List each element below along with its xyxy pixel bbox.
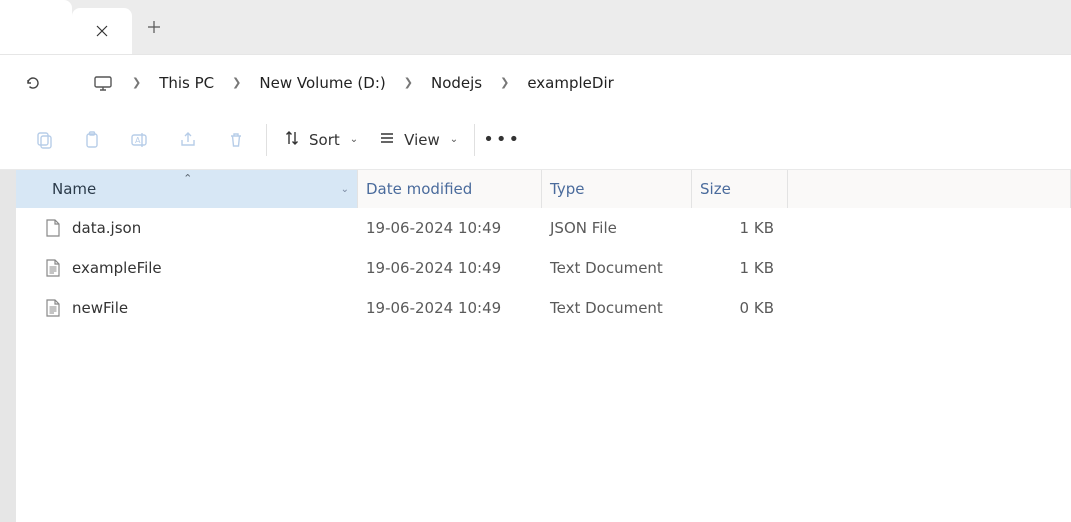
cell-name: newFile <box>16 298 358 318</box>
sort-button[interactable]: Sort ⌄ <box>273 120 368 160</box>
chevron-down-icon: ⌄ <box>350 134 358 145</box>
header-rest <box>788 170 1071 208</box>
table-row[interactable]: newFile 19-06-2024 10:49Text Document0 KB <box>16 288 1071 328</box>
copy-icon[interactable] <box>20 120 68 160</box>
toolbar: A Sort ⌄ View ⌄ ••• <box>0 110 1071 170</box>
cell-size: 1 KB <box>692 219 788 237</box>
tabs-empty <box>176 0 1071 54</box>
view-label: View <box>404 131 440 149</box>
chevron-down-icon: ⌄ <box>450 134 458 145</box>
view-button[interactable]: View ⌄ <box>368 120 468 160</box>
tab-spacer <box>0 0 72 54</box>
chevron-down-icon[interactable]: ⌄ <box>341 184 349 195</box>
chevron-right-icon[interactable]: ❯ <box>492 76 517 89</box>
address-bar: ❯ This PC ❯ New Volume (D:) ❯ Nodejs ❯ e… <box>0 55 1071 110</box>
column-headers: ⌃ Name ⌄ Date modified Type Size <box>16 170 1071 208</box>
more-icon[interactable]: ••• <box>481 120 523 160</box>
trash-icon[interactable] <box>212 120 260 160</box>
cell-type: JSON File <box>542 219 692 237</box>
cell-type: Text Document <box>542 259 692 277</box>
refresh-icon[interactable] <box>18 68 48 98</box>
file-page-icon <box>44 218 62 238</box>
cell-name: exampleFile <box>16 258 358 278</box>
cell-name: data.json <box>16 218 358 238</box>
file-list: ⌃ Name ⌄ Date modified Type Size data.js… <box>16 170 1071 522</box>
header-date-label: Date modified <box>366 180 472 198</box>
cell-date: 19-06-2024 10:49 <box>358 259 542 277</box>
breadcrumb-seg-2[interactable]: Nodejs <box>425 74 488 92</box>
cell-date: 19-06-2024 10:49 <box>358 299 542 317</box>
rename-icon[interactable]: A <box>116 120 164 160</box>
header-name-label: Name <box>52 180 96 198</box>
monitor-icon <box>92 72 114 94</box>
header-type-label: Type <box>550 180 584 198</box>
cell-date: 19-06-2024 10:49 <box>358 219 542 237</box>
share-icon[interactable] <box>164 120 212 160</box>
header-name[interactable]: ⌃ Name ⌄ <box>16 170 358 208</box>
file-text-icon <box>44 258 62 278</box>
sort-icon <box>283 129 301 151</box>
svg-text:A: A <box>135 136 141 145</box>
close-icon[interactable] <box>89 18 115 44</box>
header-type[interactable]: Type <box>542 170 692 208</box>
cell-size: 1 KB <box>692 259 788 277</box>
file-name: data.json <box>72 219 141 237</box>
header-size[interactable]: Size <box>692 170 788 208</box>
separator <box>474 124 475 156</box>
header-size-label: Size <box>700 180 731 198</box>
breadcrumb[interactable]: ❯ This PC ❯ New Volume (D:) ❯ Nodejs ❯ e… <box>80 64 1053 102</box>
table-row[interactable]: data.json 19-06-2024 10:49JSON File1 KB <box>16 208 1071 248</box>
chevron-right-icon[interactable]: ❯ <box>396 76 421 89</box>
file-name: exampleFile <box>72 259 162 277</box>
file-rows: data.json19-06-2024 10:49JSON File1 KBex… <box>16 208 1071 328</box>
chevron-right-icon[interactable]: ❯ <box>224 76 249 89</box>
chevron-right-icon[interactable]: ❯ <box>124 76 149 89</box>
cell-type: Text Document <box>542 299 692 317</box>
header-date[interactable]: Date modified <box>358 170 542 208</box>
nav-rail-scrollbar[interactable] <box>0 170 16 522</box>
breadcrumb-seg-3[interactable]: exampleDir <box>521 74 619 92</box>
breadcrumb-seg-1[interactable]: New Volume (D:) <box>253 74 391 92</box>
table-row[interactable]: exampleFile 19-06-2024 10:49Text Document… <box>16 248 1071 288</box>
list-icon <box>378 129 396 151</box>
cell-size: 0 KB <box>692 299 788 317</box>
tabs-bar <box>0 0 1071 55</box>
separator <box>266 124 267 156</box>
sort-ascending-icon: ⌃ <box>183 172 192 185</box>
file-name: newFile <box>72 299 128 317</box>
new-tab-button[interactable] <box>132 0 176 54</box>
sort-label: Sort <box>309 131 340 149</box>
active-tab[interactable] <box>72 8 132 54</box>
file-text-icon <box>44 298 62 318</box>
breadcrumb-seg-0[interactable]: This PC <box>153 74 220 92</box>
content: ⌃ Name ⌄ Date modified Type Size data.js… <box>0 170 1071 522</box>
paste-icon[interactable] <box>68 120 116 160</box>
